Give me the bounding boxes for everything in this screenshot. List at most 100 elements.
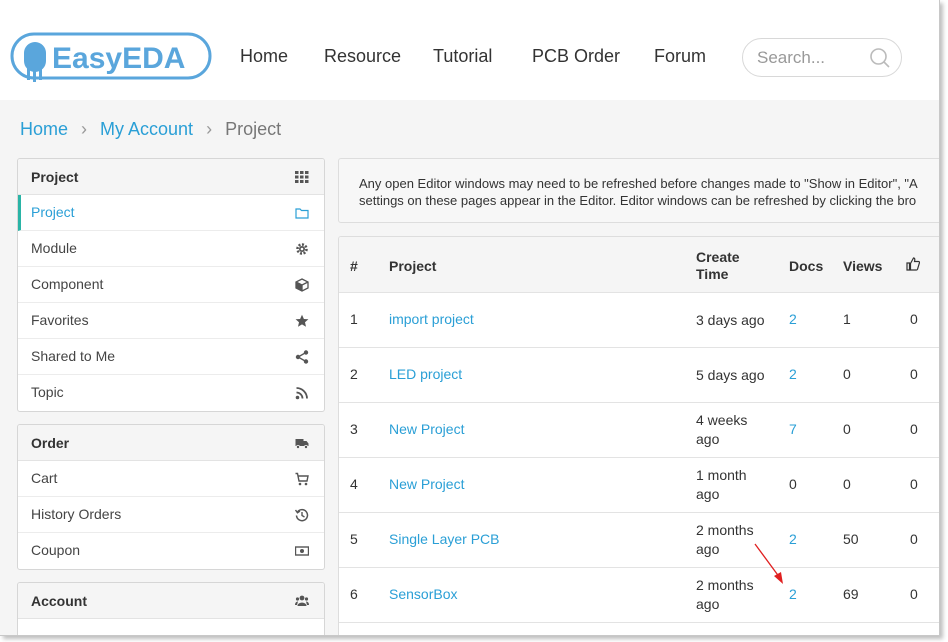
sidebar-item-label: Shared to Me (31, 348, 116, 364)
chevron-right-icon: › (206, 119, 213, 139)
create-time: 2 months ago (696, 522, 754, 557)
sidebar-item-component[interactable]: Component (18, 267, 324, 303)
truck-icon (295, 439, 309, 449)
project-name-link[interactable]: New Project (389, 476, 464, 492)
table-row: 2 LED project 5 days ago 2 0 0 (339, 348, 939, 403)
sidebar-item-module[interactable]: Module (18, 231, 324, 267)
column-header-docs[interactable]: Docs (789, 258, 823, 274)
row-number: 1 (350, 311, 358, 327)
docs-count[interactable]: 2 (789, 586, 797, 602)
sidebar-project-panel: Project Project Module Component Favorit… (17, 158, 325, 412)
logo-text: EasyEDA (52, 42, 185, 75)
project-name-link[interactable]: Single Layer PCB (389, 531, 500, 547)
table-row: 4 New Project 1 month ago 0 0 0 (339, 458, 939, 513)
notice-line-1: Any open Editor windows may need to be r… (359, 176, 918, 191)
docs-count[interactable]: 7 (789, 421, 797, 437)
create-time: 2 months ago (696, 577, 754, 612)
sidebar-item-favorites[interactable]: Favorites (18, 303, 324, 339)
docs-count[interactable]: 2 (789, 366, 797, 382)
chevron-right-icon: › (81, 119, 88, 139)
sidebar-item-cart[interactable]: Cart (18, 461, 324, 497)
views-count: 1 (843, 311, 851, 327)
sidebar-item-project[interactable]: Project (18, 195, 324, 231)
sidebar-account-panel: Account (17, 582, 325, 635)
sidebar-item-label: Favorites (31, 312, 89, 328)
cube-icon (295, 278, 309, 292)
create-time: 1 month ago (696, 467, 747, 502)
table-row: 6 SensorBox 2 months ago 2 69 0 (339, 568, 939, 623)
sidebar-item-history-orders[interactable]: History Orders (18, 497, 324, 533)
sidebar-item-coupon[interactable]: Coupon (18, 533, 324, 569)
nav-pcb-order[interactable]: PCB Order (532, 46, 620, 67)
panel-title: Project (31, 169, 79, 185)
thumbs-up-icon[interactable] (906, 257, 920, 271)
grid-icon (295, 171, 309, 183)
likes-count: 0 (910, 311, 918, 327)
panel-heading-order: Order (18, 425, 324, 461)
project-name-link[interactable]: New Project (389, 421, 464, 437)
breadcrumb-my-account[interactable]: My Account (100, 119, 193, 139)
sidebar-item-label: History Orders (31, 506, 122, 522)
table-row: 1 import project 3 days ago 2 1 0 (339, 293, 939, 348)
panel-title: Order (31, 435, 70, 451)
gear-icon (296, 243, 308, 255)
column-header-num: # (350, 258, 358, 274)
project-name-link[interactable]: import project (389, 311, 474, 327)
rss-icon (295, 387, 308, 400)
search-box (742, 38, 902, 77)
sidebar-item-label: Cart (31, 470, 58, 486)
docs-count[interactable]: 2 (789, 531, 797, 547)
history-icon (295, 508, 309, 522)
row-number: 3 (350, 421, 358, 437)
nav-forum[interactable]: Forum (654, 46, 706, 67)
sidebar-item-label: Project (31, 204, 75, 220)
search-icon[interactable] (869, 47, 891, 69)
panel-heading-project: Project (18, 159, 324, 195)
sidebar-order-panel: Order Cart History Orders Coupon (17, 424, 325, 570)
nav-home[interactable]: Home (240, 46, 288, 67)
easyeda-logo[interactable]: EasyEDA (10, 28, 212, 86)
users-icon (295, 595, 309, 606)
sidebar-item-label: Module (31, 240, 77, 256)
table-header-row: # Project Create Time Docs Views (339, 237, 939, 293)
likes-count: 0 (910, 586, 918, 602)
column-header-project[interactable]: Project (389, 258, 436, 274)
sidebar-item-label: Component (31, 276, 104, 292)
star-icon (295, 314, 309, 327)
row-number: 4 (350, 476, 358, 492)
breadcrumb-home[interactable]: Home (20, 119, 68, 139)
likes-count: 0 (910, 366, 918, 382)
sidebar-item-label: Coupon (31, 542, 81, 558)
row-number: 6 (350, 586, 358, 602)
views-count: 0 (843, 366, 851, 382)
column-header-views[interactable]: Views (843, 258, 882, 274)
notice-line-2: settings on these pages appear in the Ed… (359, 193, 917, 208)
site-header: EasyEDA Home Resource Tutorial PCB Order… (0, 0, 939, 100)
panel-heading-account: Account (18, 583, 324, 619)
editor-refresh-notice: Any open Editor windows may need to be r… (338, 158, 939, 223)
money-icon (295, 546, 309, 556)
views-count: 0 (843, 421, 851, 437)
row-number: 5 (350, 531, 358, 547)
create-time: 4 weeks ago (696, 412, 748, 447)
views-count: 0 (843, 476, 851, 492)
panel-title: Account (31, 593, 87, 609)
row-number: 2 (350, 366, 358, 382)
table-row: 5 Single Layer PCB 2 months ago 2 50 0 (339, 513, 939, 568)
search-input[interactable] (757, 47, 867, 69)
project-name-link[interactable]: LED project (389, 366, 462, 382)
nav-tutorial[interactable]: Tutorial (433, 46, 492, 67)
breadcrumb: Home › My Account › Project (20, 119, 281, 140)
docs-count[interactable]: 2 (789, 311, 797, 327)
column-header-create-time[interactable]: Create Time (696, 249, 756, 283)
views-count: 50 (843, 531, 859, 547)
sidebar-item-shared-to-me[interactable]: Shared to Me (18, 339, 324, 375)
sidebar-item-topic[interactable]: Topic (18, 375, 324, 411)
nav-resource[interactable]: Resource (324, 46, 401, 67)
cart-icon (295, 472, 309, 486)
project-name-link[interactable]: SensorBox (389, 586, 457, 602)
breadcrumb-current: Project (225, 119, 282, 139)
docs-count: 0 (789, 476, 797, 492)
browser-page: EasyEDA Home Resource Tutorial PCB Order… (0, 0, 940, 636)
table-row: 3 New Project 4 weeks ago 7 0 0 (339, 403, 939, 458)
